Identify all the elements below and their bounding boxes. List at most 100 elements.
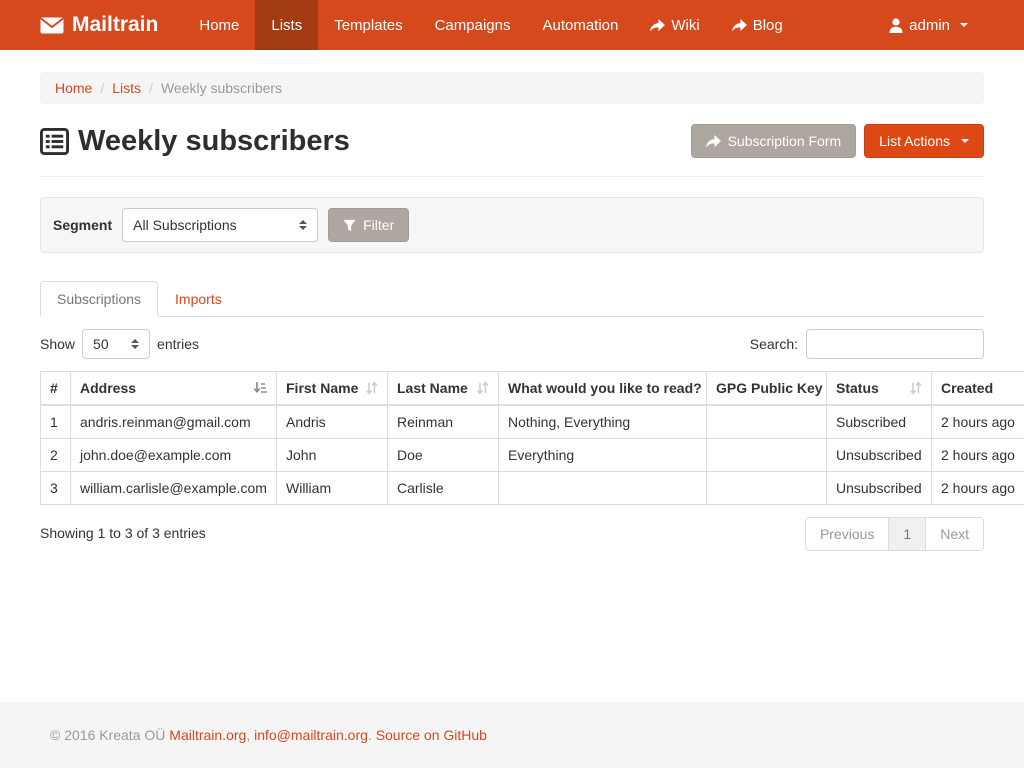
search-input[interactable] bbox=[806, 329, 984, 359]
chevron-down-icon bbox=[961, 139, 969, 143]
col-header-read[interactable]: What would you like to read? bbox=[499, 372, 707, 406]
user-menu[interactable]: admin bbox=[873, 0, 984, 50]
table-header-row: # Address First Name bbox=[41, 372, 1024, 406]
breadcrumb: Home / Lists / Weekly subscribers bbox=[40, 72, 984, 104]
col-header-first-name[interactable]: First Name bbox=[277, 372, 388, 406]
segment-panel: Segment All Subscriptions Filter bbox=[40, 197, 984, 253]
page-title: Weekly subscribers bbox=[40, 125, 350, 158]
cell-address: john.doe@example.com bbox=[71, 439, 277, 472]
cell-status: Unsubscribed bbox=[827, 439, 932, 472]
table-controls: Show 50 entries Search: bbox=[40, 329, 984, 359]
cell-first-name: Andris bbox=[277, 405, 388, 439]
nav-item-blog[interactable]: Blog bbox=[716, 0, 799, 50]
select-arrows-icon bbox=[291, 220, 307, 230]
title-row: Weekly subscribers Subscription Form Lis… bbox=[40, 124, 984, 158]
cell-first-name: William bbox=[277, 472, 388, 505]
share-arrow-icon bbox=[706, 135, 721, 148]
list-icon bbox=[40, 127, 69, 156]
subscribers-table: # Address First Name bbox=[40, 371, 1024, 505]
cell-num: 2 bbox=[41, 439, 71, 472]
cell-read: Everything bbox=[499, 439, 707, 472]
nav-item-lists[interactable]: Lists bbox=[255, 0, 318, 50]
select-arrows-icon bbox=[123, 339, 139, 349]
segment-label: Segment bbox=[53, 217, 112, 233]
cell-status: Unsubscribed bbox=[827, 472, 932, 505]
navbar-right: admin bbox=[873, 0, 1024, 50]
breadcrumb-current: Weekly subscribers bbox=[161, 80, 282, 96]
list-actions-button[interactable]: List Actions bbox=[864, 124, 984, 158]
footer-link-mailtrain[interactable]: Mailtrain.org bbox=[169, 727, 246, 743]
col-header-num[interactable]: # bbox=[41, 372, 71, 406]
user-name: admin bbox=[909, 17, 950, 34]
table-row[interactable]: 2 john.doe@example.com John Doe Everythi… bbox=[41, 439, 1024, 472]
breadcrumb-separator: / bbox=[100, 80, 104, 96]
cell-address: andris.reinman@gmail.com bbox=[71, 405, 277, 439]
nav-item-automation[interactable]: Automation bbox=[526, 0, 634, 50]
tab-subscriptions[interactable]: Subscriptions bbox=[40, 281, 158, 317]
search-label: Search: bbox=[750, 336, 798, 352]
envelope-icon bbox=[40, 17, 64, 34]
entries-label: entries bbox=[157, 336, 199, 352]
divider bbox=[40, 176, 984, 177]
filter-funnel-icon bbox=[343, 219, 356, 232]
copyright-text: © 2016 Kreata OÜ bbox=[50, 727, 165, 743]
nav-item-home[interactable]: Home bbox=[183, 0, 255, 50]
cell-read: Nothing, Everything bbox=[499, 405, 707, 439]
sort-asc-icon bbox=[253, 381, 267, 395]
col-header-address[interactable]: Address bbox=[71, 372, 277, 406]
cell-gpg bbox=[707, 405, 827, 439]
cell-last-name: Carlisle bbox=[388, 472, 499, 505]
col-header-created[interactable]: Created bbox=[932, 372, 1024, 406]
cell-num: 3 bbox=[41, 472, 71, 505]
filter-button[interactable]: Filter bbox=[328, 208, 409, 242]
cell-first-name: John bbox=[277, 439, 388, 472]
subscribers-table-wrapper: # Address First Name bbox=[40, 371, 1024, 505]
nav-item-wiki[interactable]: Wiki bbox=[634, 0, 715, 50]
nav-item-campaigns[interactable]: Campaigns bbox=[419, 0, 527, 50]
footer-link-github[interactable]: Source on GitHub bbox=[376, 727, 487, 743]
col-header-gpg[interactable]: GPG Public Key bbox=[707, 372, 827, 406]
cell-created: 2 hours ago bbox=[932, 472, 1024, 505]
show-entries-group: Show 50 entries bbox=[40, 329, 199, 359]
table-info: Showing 1 to 3 of 3 entries bbox=[40, 517, 206, 541]
footer: © 2016 Kreata OÜ Mailtrain.org, info@mai… bbox=[0, 702, 1024, 768]
col-header-status[interactable]: Status bbox=[827, 372, 932, 406]
chevron-down-icon bbox=[960, 23, 968, 27]
pagination-page-1-button[interactable]: 1 bbox=[888, 517, 926, 551]
sort-both-icon bbox=[476, 381, 489, 395]
cell-created: 2 hours ago bbox=[932, 405, 1024, 439]
segment-select[interactable]: All Subscriptions bbox=[122, 208, 318, 242]
cell-read bbox=[499, 472, 707, 505]
sort-both-icon bbox=[365, 381, 378, 395]
user-icon bbox=[889, 18, 903, 33]
cell-num: 1 bbox=[41, 405, 71, 439]
tab-imports[interactable]: Imports bbox=[158, 281, 239, 317]
tab-bar: Subscriptions Imports bbox=[40, 281, 984, 317]
show-label: Show bbox=[40, 336, 75, 352]
footer-link-email[interactable]: info@mailtrain.org bbox=[254, 727, 368, 743]
breadcrumb-home[interactable]: Home bbox=[55, 80, 92, 96]
brand-logo[interactable]: Mailtrain bbox=[0, 0, 173, 50]
nav-item-templates[interactable]: Templates bbox=[318, 0, 418, 50]
pagination-previous-button[interactable]: Previous bbox=[805, 517, 889, 551]
pagination: Previous 1 Next bbox=[805, 517, 984, 551]
cell-address: william.carlisle@example.com bbox=[71, 472, 277, 505]
pagination-next-button[interactable]: Next bbox=[925, 517, 984, 551]
cell-status: Subscribed bbox=[827, 405, 932, 439]
entries-select[interactable]: 50 bbox=[82, 329, 150, 359]
cell-gpg bbox=[707, 439, 827, 472]
table-row[interactable]: 3 william.carlisle@example.com William C… bbox=[41, 472, 1024, 505]
external-link-icon bbox=[732, 19, 747, 32]
table-row[interactable]: 1 andris.reinman@gmail.com Andris Reinma… bbox=[41, 405, 1024, 439]
subscription-form-button[interactable]: Subscription Form bbox=[691, 124, 857, 158]
cell-gpg bbox=[707, 472, 827, 505]
external-link-icon bbox=[650, 19, 665, 32]
col-header-last-name[interactable]: Last Name bbox=[388, 372, 499, 406]
brand-name: Mailtrain bbox=[72, 13, 158, 37]
breadcrumb-lists[interactable]: Lists bbox=[112, 80, 141, 96]
cell-created: 2 hours ago bbox=[932, 439, 1024, 472]
search-group: Search: bbox=[750, 329, 984, 359]
main-nav: Home Lists Templates Campaigns Automatio… bbox=[183, 0, 798, 50]
sort-both-icon bbox=[909, 381, 922, 395]
breadcrumb-separator: / bbox=[149, 80, 153, 96]
